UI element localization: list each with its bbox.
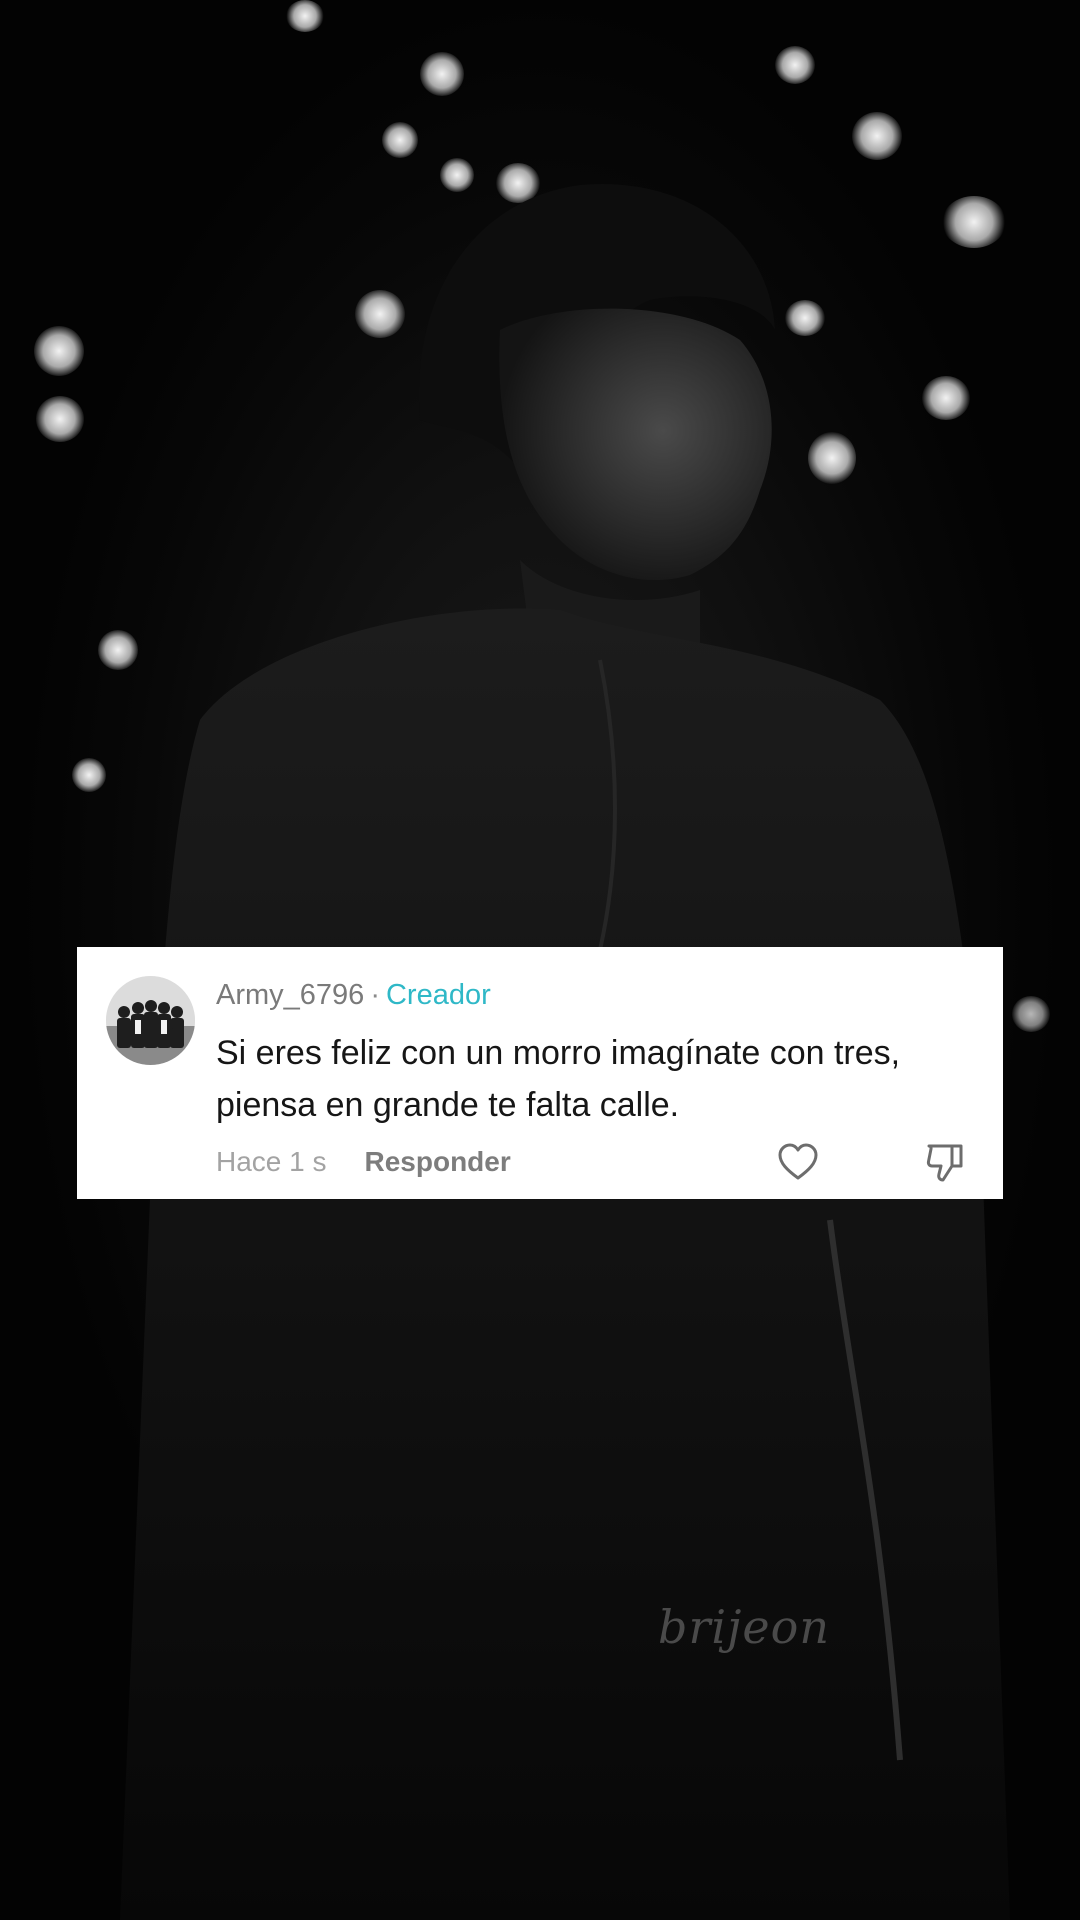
reply-button[interactable]: Responder [365, 1146, 511, 1177]
comment-text: Si eres feliz con un morro imagínate con… [216, 1034, 901, 1124]
comment-card: Army_6796 · Creador Si eres feliz con un m… [77, 947, 1003, 1199]
creator-badge: Creador [385, 979, 491, 1011]
header-separator: · [370, 979, 380, 1011]
group-photo-avatar[interactable] [106, 976, 195, 1065]
watermark-text: brijeon [658, 1600, 830, 1654]
heart-icon[interactable] [777, 1143, 819, 1181]
video-background: brijeon Army_6796 · Creador Si eres feli… [0, 0, 1080, 1920]
comment-header: Army_6796 · Creador [216, 977, 491, 1013]
comment-meta: Hace 1 s Responder [216, 1145, 511, 1179]
comment-timestamp: Hace 1 s [216, 1146, 327, 1177]
comment-username[interactable]: Army_6796 [216, 979, 364, 1011]
thumbs-down-icon[interactable] [925, 1142, 965, 1184]
